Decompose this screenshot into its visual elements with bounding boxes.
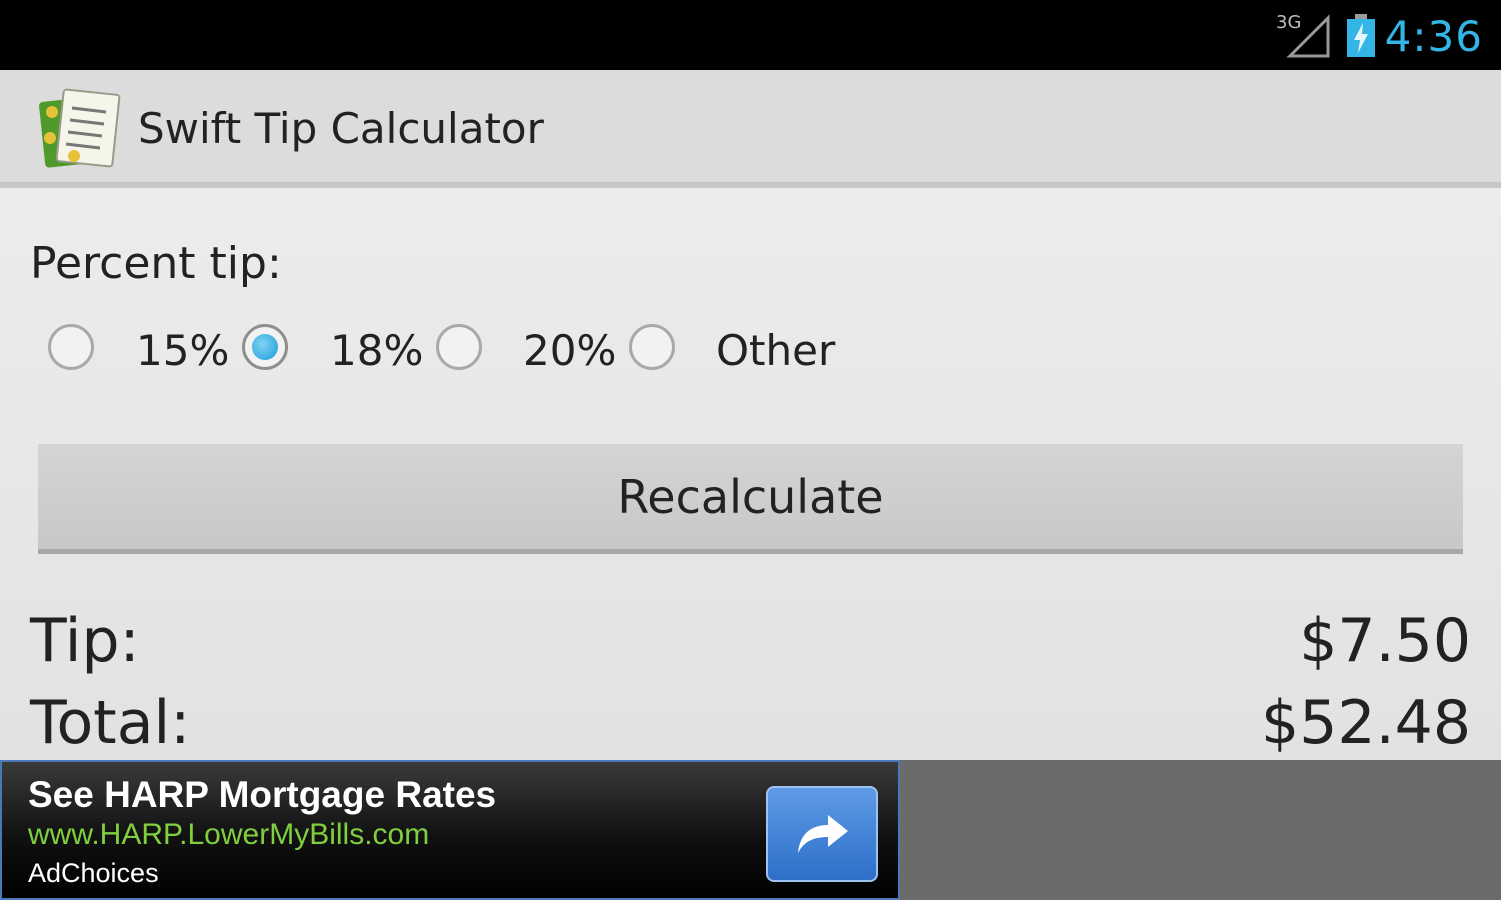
app-title: Swift Tip Calculator (138, 104, 544, 153)
radio-label-18[interactable]: 18% (330, 326, 423, 375)
svg-text:3G: 3G (1276, 12, 1301, 33)
ad-title[interactable]: See HARP Mortgage Rates (28, 774, 496, 816)
ad-url[interactable]: www.HARP.LowerMyBills.com (28, 818, 429, 852)
battery-charging-icon (1347, 14, 1375, 57)
tip-radio-group: 15% 18% 20% Other (46, 324, 946, 378)
tip-label: Tip: (30, 606, 140, 676)
radio-label-20[interactable]: 20% (523, 326, 616, 375)
recalculate-button[interactable]: Recalculate (38, 444, 1463, 554)
ad-choices-link[interactable]: AdChoices (28, 858, 159, 889)
radio-label-15[interactable]: 15% (136, 326, 229, 375)
ad-area: See HARP Mortgage Rates www.HARP.LowerMy… (0, 760, 1501, 900)
percent-tip-label: Percent tip: (30, 238, 282, 289)
radio-label-other[interactable]: Other (716, 326, 835, 375)
clock-time: 4:36 (1384, 12, 1483, 61)
radio-15[interactable] (48, 324, 94, 370)
status-bar: 3G 4:36 (0, 0, 1501, 70)
receipt-app-icon[interactable] (38, 86, 124, 172)
tip-row: Tip: $7.50 (30, 606, 1471, 686)
total-value: $52.48 (1261, 688, 1471, 758)
radio-18[interactable] (242, 324, 288, 370)
total-label: Total: (30, 688, 191, 758)
tip-value: $7.50 (1299, 606, 1471, 676)
total-row: Total: $52.48 (30, 688, 1471, 768)
share-arrow-icon (798, 815, 848, 853)
radio-20[interactable] (436, 324, 482, 370)
main-content: Percent tip: 15% 18% 20% Other Recalcula… (0, 188, 1501, 760)
signal-3g-icon: 3G (1276, 12, 1330, 58)
ad-share-button[interactable] (766, 786, 878, 882)
radio-other[interactable] (629, 324, 675, 370)
ad-banner[interactable]: See HARP Mortgage Rates www.HARP.LowerMy… (0, 760, 900, 900)
action-bar: Swift Tip Calculator (0, 70, 1501, 188)
